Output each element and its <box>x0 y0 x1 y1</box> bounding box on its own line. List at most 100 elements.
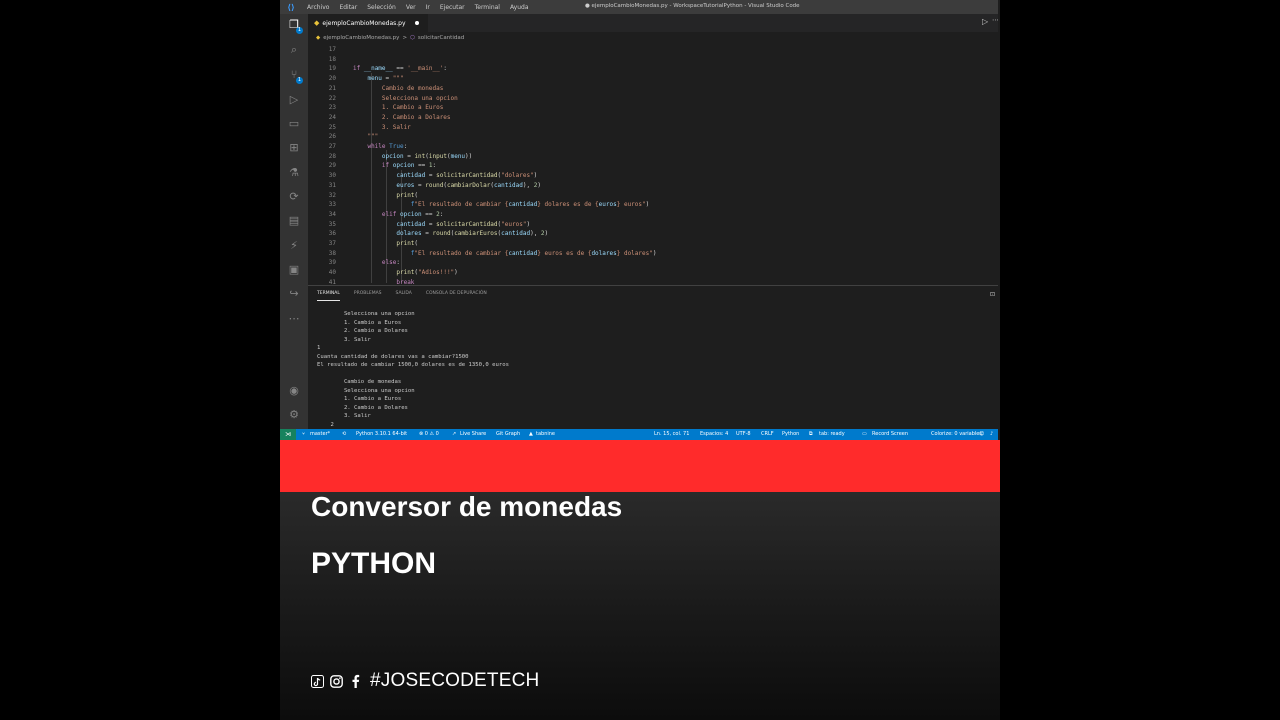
tab-ejemplo-cambio-monedas[interactable]: ◆ ejemploCambioMonedas.py <box>308 14 428 32</box>
python-interpreter[interactable]: Python 3.10.1 64-bit <box>356 429 407 440</box>
run-debug-icon[interactable]: ▷ <box>287 93 301 107</box>
git-branch[interactable]: master* <box>310 429 330 440</box>
git-graph-status[interactable]: Git Graph <box>496 429 520 440</box>
terminal-line: 3. Salir <box>317 413 371 419</box>
tab-salida[interactable]: SALIDA <box>396 291 412 301</box>
breadcrumb-symbol[interactable]: solicitarCantidad <box>418 35 464 41</box>
red-band <box>280 440 1000 492</box>
code-line: 20 menu = """ <box>328 75 404 83</box>
code-line: 22 Selecciona una opcion <box>328 94 458 102</box>
terminal-line: Selecciona una opcion <box>317 387 415 394</box>
encoding[interactable]: UTF-8 <box>736 429 751 440</box>
code-line: 30 cantidad = solicitarCantidad("dolares… <box>328 172 538 180</box>
code-line: 32 print( <box>328 191 419 199</box>
menu-seleccion[interactable]: Selección <box>362 4 401 11</box>
tab-label: ejemploCambioMonedas.py <box>322 19 406 27</box>
docker-icon[interactable]: ▣ <box>287 263 301 277</box>
terminal-line: El resultado de cambiar 1500,0 dolares e… <box>317 362 509 368</box>
unsaved-dot-icon[interactable] <box>414 21 419 25</box>
tab-consola-depuracion[interactable]: CONSOLA DE DEPURACIÓN <box>426 291 487 301</box>
settings-gear-icon[interactable]: ⚙ <box>287 408 301 422</box>
sync-icon[interactable]: ⟲ <box>342 429 346 440</box>
terminal-line: Selecciona una opcion <box>317 311 415 317</box>
code-editor[interactable]: 17 18 19 if __name__ == '__main__': 20 me… <box>308 43 998 285</box>
vscode-logo-icon: ⟨⟩ <box>287 2 295 12</box>
code-line: 27 while True: <box>328 143 408 150</box>
python-file-icon: ◆ <box>314 19 320 27</box>
menu-ver[interactable]: Ver <box>401 4 421 11</box>
code-line: 33 f"El resultado de cambiar {cantidad} … <box>328 201 650 209</box>
code-line: 21 Cambio de monedas <box>328 84 444 92</box>
code-line: 26 """ <box>328 133 379 141</box>
menu-ayuda[interactable]: Ayuda <box>505 4 534 11</box>
terminal-line: Cambio de monedas <box>317 379 402 385</box>
accounts-icon[interactable]: ☺ <box>979 429 984 440</box>
live-share-icon[interactable]: ⚡ <box>287 239 301 253</box>
status-bar: ⋊ ⑂ master* ⟲ Python 3.10.1 64-bit ⊗ 0 ⚠… <box>280 429 998 440</box>
remote-indicator-icon[interactable]: ⋊ <box>280 429 296 440</box>
editor-tabs: ◆ ejemploCambioMonedas.py ▷ ⋯ <box>308 14 998 32</box>
live-share-status[interactable]: Live Share <box>460 429 486 440</box>
terminal-line: 2 <box>317 421 334 428</box>
tabnine-icon: ▲ <box>529 431 533 437</box>
tiktok-icon <box>311 674 324 688</box>
git-graph-icon[interactable]: ⟳ <box>287 190 301 204</box>
video-frame: ⟨⟩ Archivo Editar Selección Ver Ir Ejecu… <box>280 0 1000 720</box>
channel-hashtag: #JOSECODETECH <box>370 670 540 691</box>
video-title: Conversor de monedas <box>311 491 623 522</box>
terminal-line: 1 <box>317 345 321 351</box>
run-file-icon[interactable]: ▷ <box>982 17 988 26</box>
menu-archivo[interactable]: Archivo <box>302 4 334 11</box>
tabnine-status[interactable]: tabnine <box>536 429 555 440</box>
terminal-line: 1. Cambio a Euros <box>317 319 402 326</box>
code-line: 36 dolares = round(cambiarEuros(cantidad… <box>328 230 549 238</box>
social-row: #JOSECODETECH <box>311 670 539 692</box>
code-line: 37 print( <box>328 240 419 247</box>
menu-ejecutar[interactable]: Ejecutar <box>435 4 470 11</box>
panel-toggle-icon[interactable]: ⊡ <box>990 291 995 298</box>
remote-explorer-icon[interactable]: ▭ <box>287 117 301 131</box>
video-subtitle: PYTHON <box>311 547 437 580</box>
search-icon[interactable]: ⌕ <box>287 43 301 57</box>
code-line: 38 f"El resultado de cambiar {cantidad} … <box>328 249 657 257</box>
tab-icon: ⧉ <box>809 431 813 437</box>
breadcrumb-separator: > <box>402 34 408 41</box>
menu-editar[interactable]: Editar <box>334 4 362 11</box>
code-line: 35 cantidad = solicitarCantidad("euros") <box>328 220 531 228</box>
code-line: 29 if opcion == 1: <box>328 162 437 170</box>
facebook-icon <box>349 674 362 688</box>
extensions-icon[interactable]: ⊞ <box>287 141 301 155</box>
terminal-line: 2. Cambio a Dolares <box>317 404 408 411</box>
code-line: 19 if __name__ == '__main__': <box>328 65 447 73</box>
tab-problemas[interactable]: PROBLEMAS <box>354 291 382 301</box>
more-icon[interactable]: ⋯ <box>287 312 301 326</box>
line-ending[interactable]: CRLF <box>761 429 774 440</box>
code-line: 25 3. Salir <box>328 123 411 131</box>
record-screen[interactable]: Record Screen <box>872 429 908 440</box>
testing-icon[interactable]: ⚗ <box>287 166 301 180</box>
live-share-icon: ↗ <box>452 431 457 437</box>
account-icon[interactable]: ◉ <box>287 384 301 398</box>
code-line: 41 break <box>328 278 415 285</box>
panel-tabs: TERMINAL PROBLEMAS SALIDA CONSOLA DE DEP… <box>317 291 487 301</box>
indentation[interactable]: Espacios: 4 <box>700 429 728 440</box>
terminal-line: 3. Salir <box>317 336 371 343</box>
tab-ready-status[interactable]: tab: ready <box>819 429 845 440</box>
window-title: ● ejemploCambioMonedas.py - WorkspaceTut… <box>585 3 800 9</box>
breadcrumb-file[interactable]: ejemploCambioMonedas.py <box>323 35 399 41</box>
problems-status[interactable]: ⊗ 0 ⚠ 0 <box>419 429 439 440</box>
live-share-tree-icon[interactable]: ↪ <box>287 287 301 301</box>
notifications-bell-icon[interactable]: ♪ <box>990 429 993 440</box>
language-mode[interactable]: Python <box>782 429 799 440</box>
menu-terminal[interactable]: Terminal <box>470 4 505 11</box>
vscode-window: ⟨⟩ Archivo Editar Selección Ver Ir Ejecu… <box>280 0 998 440</box>
folder-icon[interactable]: ▤ <box>287 214 301 228</box>
source-control-badge: 1 <box>296 77 303 84</box>
colorize-status[interactable]: Colorize: 0 variables <box>931 429 982 440</box>
menu-ir[interactable]: Ir <box>421 4 435 11</box>
code-line: 17 <box>328 46 336 53</box>
code-line: 23 1. Cambio a Euros <box>328 104 444 112</box>
tab-terminal[interactable]: TERMINAL <box>317 291 340 301</box>
split-editor-icon[interactable]: ⋯ <box>992 16 998 24</box>
cursor-position[interactable]: Ln. 15, col. 71 <box>654 429 689 440</box>
